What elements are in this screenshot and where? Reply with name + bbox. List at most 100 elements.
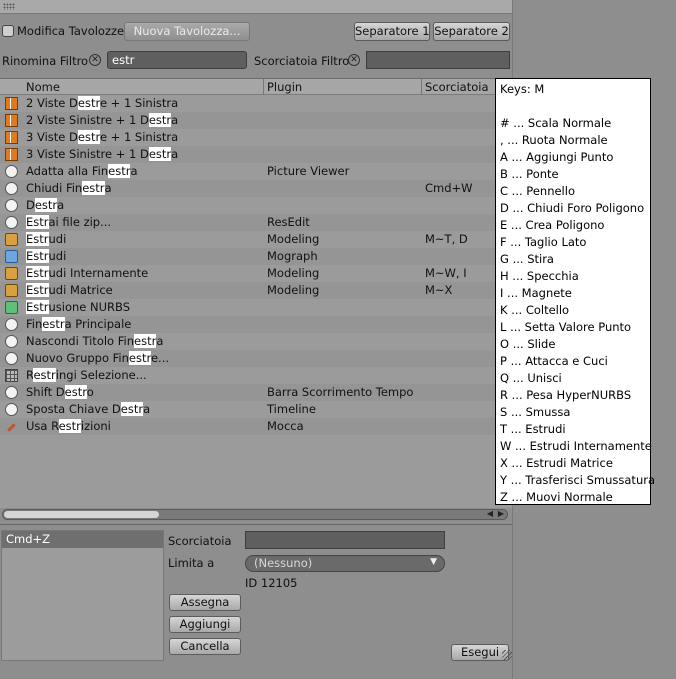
tooltip-line: R ... Pesa HyperNURBS — [500, 388, 632, 402]
command-name-part: a — [156, 334, 164, 348]
list-item[interactable]: Cmd+Z — [2, 531, 163, 548]
table-row[interactable]: Adatta alla Finestra Picture Viewer — [0, 163, 512, 180]
command-name-part: ai file zip... — [48, 215, 112, 229]
tooltip-line: A ... Aggiungi Punto — [500, 150, 614, 164]
tooltip-line: Z ... Muovi Normale — [500, 490, 613, 504]
command-name-part: e + 1 Sinistra — [99, 130, 179, 144]
table-row[interactable]: Nuovo Gruppo Finestre... — [0, 350, 512, 367]
horizontal-scrollbar[interactable]: ◀ ▶ — [2, 509, 508, 520]
command-plugin: ResEdit — [267, 215, 310, 229]
command-name-part: udi Matrice — [48, 283, 113, 297]
table-row[interactable]: Usa Restrizioni Mocca — [0, 418, 512, 435]
tooltip-line: X ... Estrudi Matrice — [500, 456, 613, 470]
execute-button[interactable]: Esegui — [451, 644, 509, 661]
column-separator[interactable] — [263, 79, 264, 95]
scrollbar-thumb[interactable] — [4, 511, 159, 518]
command-name-part: Nascondi Titolo Fin — [26, 334, 134, 348]
column-header-plugin[interactable]: Plugin — [267, 80, 302, 94]
delete-button[interactable]: Cancella — [169, 638, 241, 655]
command-name: Finestra Principale — [26, 317, 131, 331]
command-plugin: Barra Scorrimento Tempo — [267, 385, 414, 399]
separator1-button[interactable]: Separatore 1 — [354, 22, 430, 41]
filter-match-highlight: estr — [148, 147, 172, 161]
table-row[interactable]: Destra — [0, 197, 512, 214]
add-button[interactable]: Aggiungi — [169, 616, 241, 633]
window-title-grip[interactable] — [0, 0, 512, 14]
command-name-part: usione NURBS — [48, 300, 131, 314]
table-row[interactable]: 2 Viste Destre + 1 Sinistra — [0, 95, 512, 112]
filter-match-highlight: Estr — [26, 232, 49, 246]
tooltip-line: O ... Slide — [500, 337, 556, 351]
table-row[interactable]: 2 Viste Sinistre + 1 Destra — [0, 112, 512, 129]
column-separator[interactable] — [421, 79, 422, 95]
table-row[interactable]: Estrudi Mograph — [0, 248, 512, 265]
section-divider — [0, 524, 512, 525]
command-name-part: izioni — [80, 419, 111, 433]
table-row[interactable]: Estrudi Matrice Modeling M~X — [0, 282, 512, 299]
edit-palettes-label: Modifica Tavolozze — [17, 24, 125, 38]
command-name-part: 3 Viste Sinistre + 1 D — [26, 147, 149, 161]
command-name-part: o — [86, 385, 94, 399]
rename-filter-input[interactable]: estr — [107, 51, 247, 69]
command-name-part: Fin — [26, 317, 43, 331]
assign-button[interactable]: Assegna — [169, 594, 241, 611]
command-name: 2 Viste Sinistre + 1 Destra — [26, 113, 178, 127]
circle-icon — [5, 199, 18, 212]
top-toolbar: Modifica Tavolozze Nuova Tavolozza... Se… — [0, 18, 512, 44]
circle-icon — [5, 386, 18, 399]
table-row[interactable]: 3 Viste Sinistre + 1 Destra — [0, 146, 512, 163]
resize-grip-icon[interactable] — [502, 650, 512, 660]
filter-match-highlight: estr — [64, 385, 87, 399]
filter-match-highlight: estr — [77, 130, 100, 144]
command-name-part: 2 Viste Sinistre + 1 D — [26, 113, 149, 127]
table-row[interactable]: Estrai file zip... ResEdit — [0, 214, 512, 231]
filter-match-highlight: estr — [120, 402, 144, 416]
limit-to-select[interactable]: (Nessuno) ▼ — [245, 555, 445, 572]
table-row[interactable]: Chiudi Finestra Cmd+W — [0, 180, 512, 197]
table-row[interactable]: Restringi Selezione... — [0, 367, 512, 384]
filter-match-highlight: Estr — [26, 249, 49, 263]
shortcut-filter-input[interactable] — [366, 51, 510, 69]
column-header-name[interactable]: Nome — [26, 80, 60, 94]
clear-shortcut-filter-icon[interactable]: ✕ — [348, 54, 360, 66]
filter-match-highlight: estr — [77, 96, 100, 110]
table-row[interactable]: Shift Destro Barra Scorrimento Tempo — [0, 384, 512, 401]
scroll-left-icon[interactable]: ◀ — [487, 509, 493, 518]
scroll-right-icon[interactable]: ▶ — [498, 509, 504, 518]
clear-rename-filter-icon[interactable]: ✕ — [89, 54, 101, 66]
tooltip-line: K ... Coltello — [500, 303, 570, 317]
new-palette-button[interactable]: Nuova Tavolozza... — [124, 22, 250, 41]
shortcut-list[interactable]: Cmd+Z — [1, 530, 164, 661]
table-row[interactable]: Nascondi Titolo Finestra — [0, 333, 512, 350]
circle-icon — [5, 352, 18, 365]
command-name: Estrudi — [26, 232, 66, 246]
grid-icon — [5, 369, 18, 382]
tooltip-line: , ... Ruota Normale — [500, 133, 608, 147]
command-plugin: Picture Viewer — [267, 164, 350, 178]
circle-icon — [5, 182, 18, 195]
column-header-shortcut[interactable]: Scorciatoia — [425, 80, 489, 94]
command-name-part: Shift D — [26, 385, 65, 399]
table-row[interactable]: Estrudi Internamente Modeling M~W, I — [0, 265, 512, 282]
command-name: Restringi Selezione... — [26, 368, 147, 382]
command-name: Nuovo Gruppo Finestre... — [26, 351, 169, 365]
table-row[interactable]: Finestra Principale — [0, 316, 512, 333]
filter-match-highlight: estr — [134, 334, 157, 348]
table-row[interactable]: Sposta Chiave Destra Timeline — [0, 401, 512, 418]
edit-palettes-checkbox[interactable] — [2, 25, 14, 37]
table-row[interactable]: 3 Viste Destre + 1 Sinistra — [0, 129, 512, 146]
shortcut-editor: Cmd+Z Scorciatoia Limita a (Nessuno) ▼ I… — [0, 530, 512, 679]
separator2-button[interactable]: Separatore 2 — [433, 22, 510, 41]
command-name: Chiudi Finestra — [26, 181, 112, 195]
shortcut-input[interactable] — [245, 531, 445, 549]
tooltip-line: B ... Ponte — [500, 167, 559, 181]
extrude-icon — [5, 233, 18, 246]
layout-icon — [5, 131, 18, 144]
command-name-part: e... — [150, 351, 170, 365]
table-row[interactable]: Estrusione NURBS — [0, 299, 512, 316]
command-name: Estrai file zip... — [26, 215, 111, 229]
tooltip-line: W ... Estrudi Internamente — [500, 439, 652, 453]
filter-match-highlight: estr — [108, 164, 131, 178]
circle-icon — [5, 216, 18, 229]
table-row[interactable]: Estrudi Modeling M~T, D — [0, 231, 512, 248]
